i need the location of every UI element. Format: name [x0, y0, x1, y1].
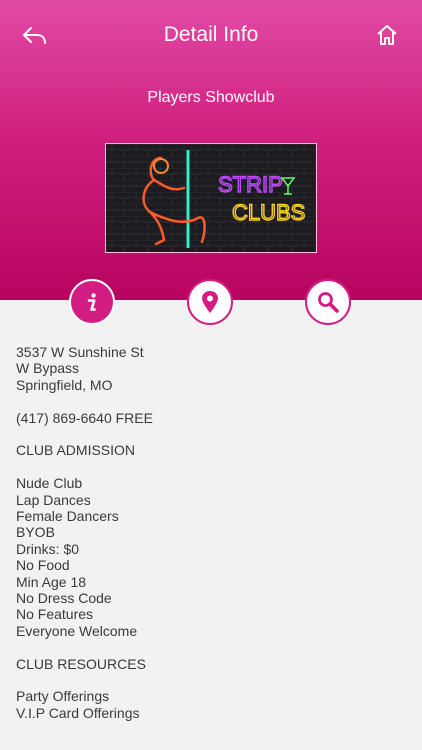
header: Detail Info Players Showclub STRIP CLUBS [0, 0, 422, 300]
address-line: Springfield, MO [16, 376, 113, 393]
info-icon [87, 293, 96, 311]
admission-item: No Features [16, 606, 94, 623]
banner-text-strip: STRIP [218, 172, 283, 197]
resource-item: V.I.P Card Offerings [16, 704, 140, 721]
search-icon [318, 292, 339, 313]
admission-item: Drinks: $0 [16, 540, 80, 557]
banner-text-clubs: CLUBS [232, 200, 305, 225]
resources-heading: CLUB RESOURCES [16, 655, 146, 672]
home-icon [377, 25, 397, 45]
resource-item: Party Offerings [16, 688, 110, 705]
map-pin-icon [202, 291, 218, 313]
admission-item: No Food [16, 557, 70, 574]
admission-item: Everyone Welcome [16, 622, 138, 639]
address-line: 3537 W Sunshine St [16, 344, 144, 360]
admission-item: Min Age 18 [16, 573, 87, 590]
address-line: W Bypass [16, 360, 80, 377]
club-details: 3537 W Sunshine St W Bypass Springfield,… [16, 344, 406, 721]
map-button[interactable] [187, 279, 233, 325]
phone-number[interactable]: (417) 869-6640 FREE [16, 410, 406, 426]
admission-item: No Dress Code [16, 590, 112, 607]
admission-heading: CLUB ADMISSION [16, 442, 136, 459]
admission-item: BYOB [16, 524, 55, 541]
info-button[interactable] [69, 279, 115, 325]
club-banner-image: STRIP CLUBS [105, 143, 317, 253]
admission-item: Nude Club [16, 475, 83, 492]
page-title: Detail Info [163, 23, 259, 46]
admission-item: Lap Dances [16, 491, 91, 508]
admission-item: Female Dancers [16, 508, 119, 525]
search-button[interactable] [305, 279, 351, 325]
club-name: Players Showclub [147, 89, 275, 106]
home-button[interactable] [372, 20, 402, 50]
